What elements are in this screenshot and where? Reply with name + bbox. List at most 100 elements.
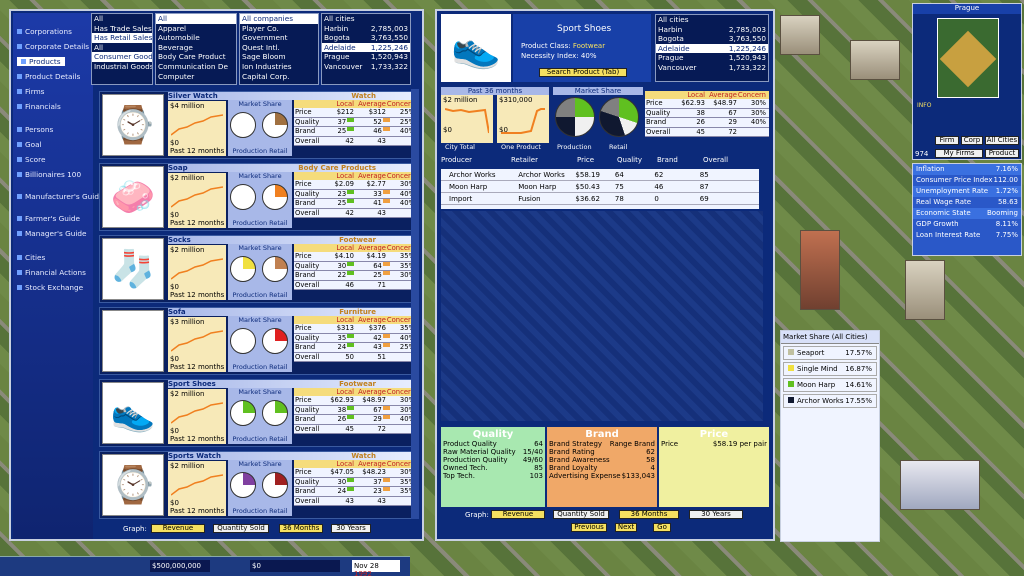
minimap[interactable] <box>937 18 999 98</box>
city-row[interactable]: Bogota 3,763,550 <box>322 33 410 43</box>
table-row[interactable]: Import Fusion $36.62 78 0 69 <box>441 193 759 205</box>
item-value: 15/40 <box>522 448 543 456</box>
corp-button[interactable]: Corp <box>961 136 983 145</box>
list-item[interactable]: Has Trade Sales <box>92 24 152 34</box>
list-item[interactable]: Consumer Goods <box>92 52 152 62</box>
filter-list-city[interactable]: All cities Harbin 2,785,003 Bogota 3,763,550… <box>321 13 411 85</box>
nav-item[interactable]: Corporations <box>17 27 72 36</box>
nav-item-label: Farmer's Guide <box>25 214 81 223</box>
table-row: Quality 23 33 40% <box>294 189 416 199</box>
list-item[interactable]: Automobile <box>156 33 236 43</box>
nav-item[interactable]: Score <box>17 155 45 164</box>
list-item[interactable]: Apparel <box>156 24 236 34</box>
cell: $36.62 <box>575 194 600 203</box>
next-button[interactable]: Next <box>615 523 637 532</box>
col-avg: Average <box>358 100 386 108</box>
product-card[interactable]: 👟 Sport Shoes Footwear $2 million $0 Past 12 … <box>99 379 417 447</box>
list-item[interactable]: Government <box>240 33 318 43</box>
detail-graph-revenue[interactable]: Revenue <box>491 510 545 519</box>
city-row[interactable]: Bogota 3,763,550 <box>656 34 768 44</box>
list-item[interactable]: Industrial Goods <box>92 62 152 72</box>
city-pop: 1,520,943 <box>370 52 408 62</box>
filter-list-sales[interactable]: All Has Trade Sales Has Retail Sales All Con… <box>91 13 153 85</box>
econ-row: Loan Interest Rate 7.75% <box>913 230 1021 241</box>
scrollbar[interactable] <box>411 89 419 519</box>
msall-value: 16.87% <box>845 365 872 373</box>
list-item[interactable]: Quest Intl. <box>240 43 318 53</box>
product-card[interactable]: ⌚ Sports Watch Watch $2 million $0 Past 12 mo… <box>99 451 417 519</box>
product-card[interactable]: 🧼 Soap Body Care Products $2 million $0 Past … <box>99 163 417 231</box>
product-name: Soap <box>168 164 188 172</box>
graph-36months-button[interactable]: 36 Months <box>279 524 323 533</box>
nav-item[interactable]: Financials <box>17 102 61 111</box>
previous-button[interactable]: Previous <box>571 523 607 532</box>
info-button[interactable]: INFO <box>917 102 931 109</box>
filter-list-category[interactable]: All Apparel Automobile Beverage Body Care Pr… <box>155 13 237 85</box>
cell: Archor Works <box>449 170 496 179</box>
city-row[interactable]: Vancouver 1,733,322 <box>656 63 768 73</box>
list-item[interactable]: All <box>92 14 152 24</box>
list-item[interactable]: Computer <box>156 72 236 82</box>
nav-item[interactable]: Goal <box>17 140 42 149</box>
nav-item[interactable]: Product Details <box>17 72 80 81</box>
detail-graph-quantity[interactable]: Quantity Sold <box>553 510 609 519</box>
nav-item[interactable]: Farmer's Guide <box>17 214 80 223</box>
list-item[interactable]: All <box>92 43 152 53</box>
go-button[interactable]: Go <box>653 523 671 532</box>
city-row[interactable]: Prague 1,520,943 <box>322 52 410 62</box>
list-item[interactable]: Has Retail Sales <box>92 33 152 43</box>
nav-item[interactable]: Financial Actions <box>17 268 86 277</box>
table-row[interactable]: Archor Works Archor Works $58.19 64 62 85 <box>441 169 759 181</box>
row-label: Price <box>646 99 663 107</box>
graph-revenue-button[interactable]: Revenue <box>151 524 205 533</box>
city-row[interactable]: All cities <box>656 15 768 25</box>
city-row[interactable]: Harbin 2,785,003 <box>656 25 768 35</box>
list-item[interactable]: Body Care Product <box>156 52 236 62</box>
past-12-label: Past 12 months <box>170 219 225 227</box>
nav-item[interactable]: Manager's Guide <box>17 229 87 238</box>
my-firms-button[interactable]: My Firms <box>935 149 983 158</box>
nav-item[interactable]: Cities <box>17 253 45 262</box>
list-item[interactable]: Beverage <box>156 43 236 53</box>
product-card[interactable]: ⌚ Silver Watch Watch $4 million $0 Past 12 mo… <box>99 91 417 159</box>
list-item[interactable]: Player Co. <box>240 24 318 34</box>
firm-button[interactable]: Firm <box>935 136 959 145</box>
legend-swatch <box>788 381 794 387</box>
graph-quantity-button[interactable]: Quantity Sold <box>213 524 269 533</box>
table-row: Quality 37 52 25% <box>294 117 416 127</box>
cell: 43 <box>377 496 386 505</box>
city-row[interactable]: Vancouver 1,733,322 <box>322 62 410 72</box>
table-row[interactable]: Moon Harp Moon Harp $50.43 75 46 87 <box>441 181 759 193</box>
city-row[interactable]: Prague 1,520,943 <box>656 53 768 63</box>
search-product-button[interactable]: Search Product (Tab) <box>539 68 627 77</box>
list-item[interactable]: Sage Bloom <box>240 52 318 62</box>
detail-city-list[interactable]: All cities Harbin 2,785,003 Bogota 3,763,550… <box>655 14 769 82</box>
list-item[interactable]: Communication De <box>156 62 236 72</box>
nav-item[interactable]: Firms <box>17 87 44 96</box>
list-item[interactable]: All <box>156 14 236 24</box>
product-card[interactable]: 🛋 Sofa Furniture $3 million $0 Past 12 months… <box>99 307 417 375</box>
nav-item[interactable]: Products <box>17 57 65 66</box>
nav-item[interactable]: Manufacturer's Guide <box>17 192 103 201</box>
nav-item[interactable]: Corporate Details <box>17 42 89 51</box>
graph-30years-button[interactable]: 30 Years <box>331 524 371 533</box>
product-card[interactable]: 🧦 Socks Footwear $2 million $0 Past 12 months… <box>99 235 417 303</box>
city-pop: 1,225,246 <box>728 43 766 53</box>
city-row[interactable]: Harbin 2,785,003 <box>322 24 410 34</box>
econ-label: Economic State <box>916 209 971 217</box>
city-row[interactable]: Adelaide 1,225,246 <box>656 43 768 54</box>
product-button[interactable]: Product <box>985 149 1019 158</box>
nav-item[interactable]: Persons <box>17 125 53 134</box>
nav-item[interactable]: Billionaires 100 <box>17 170 81 179</box>
list-item[interactable]: Capital Corp. <box>240 72 318 82</box>
item-value: 64 <box>534 440 543 448</box>
nav-item[interactable]: Stock Exchange <box>17 283 83 292</box>
all-cities-button[interactable]: All Cities <box>985 136 1019 145</box>
detail-graph-36months[interactable]: 36 Months <box>619 510 679 519</box>
detail-graph-30years[interactable]: 30 Years <box>689 510 743 519</box>
city-row[interactable]: All cities <box>322 14 410 24</box>
list-item[interactable]: Ion Industries <box>240 62 318 72</box>
city-row[interactable]: Adelaide 1,225,246 <box>322 42 410 53</box>
list-item[interactable]: All companies <box>240 14 318 24</box>
filter-list-company[interactable]: All companies Player Co. Government Quest I… <box>239 13 319 85</box>
